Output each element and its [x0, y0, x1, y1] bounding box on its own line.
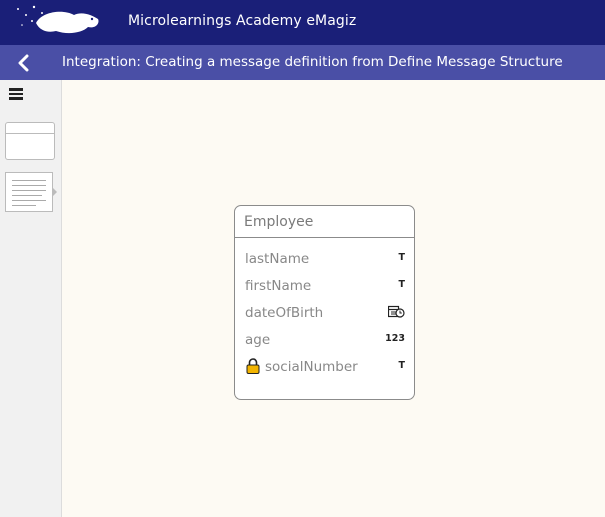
attribute-name: dateOfBirth: [245, 305, 324, 321]
lesson-navbar: Integration: Creating a message definiti…: [0, 45, 605, 80]
text-type-icon: T: [398, 360, 405, 371]
attribute-row[interactable]: dateOfBirth: [245, 303, 405, 323]
attribute-name: firstName: [245, 278, 312, 294]
datetime-type-icon: [388, 305, 405, 318]
entity-name: Employee: [235, 206, 414, 238]
number-type-icon: 123: [385, 333, 405, 344]
entity-card[interactable]: Employee lastName T firstName T dateOfBi…: [234, 205, 415, 400]
attribute-name: lastName: [245, 251, 310, 267]
app-header: Microlearnings Academy eMagiz: [0, 0, 605, 45]
slide-thumbnail-2[interactable]: [5, 172, 53, 212]
attribute-name: socialNumber: [265, 359, 358, 375]
lesson-title: Integration: Creating a message definiti…: [62, 54, 563, 70]
back-arrow-icon[interactable]: [14, 54, 34, 72]
attribute-row[interactable]: age 123: [245, 330, 405, 350]
text-type-icon: T: [398, 279, 405, 290]
slide-thumbnail-1[interactable]: [5, 122, 55, 160]
hamburger-menu-icon[interactable]: [8, 86, 26, 102]
lock-icon: [246, 358, 260, 374]
app-title: Microlearnings Academy eMagiz: [128, 13, 357, 29]
attribute-row[interactable]: socialNumber T: [245, 357, 405, 377]
text-type-icon: T: [398, 252, 405, 263]
slide-sidebar: [0, 80, 62, 517]
current-slide-indicator-icon: [53, 188, 57, 196]
emagiz-logo-icon: [17, 5, 99, 34]
attribute-name: age: [245, 332, 271, 348]
attribute-row[interactable]: lastName T: [245, 249, 405, 269]
attribute-row[interactable]: firstName T: [245, 276, 405, 296]
